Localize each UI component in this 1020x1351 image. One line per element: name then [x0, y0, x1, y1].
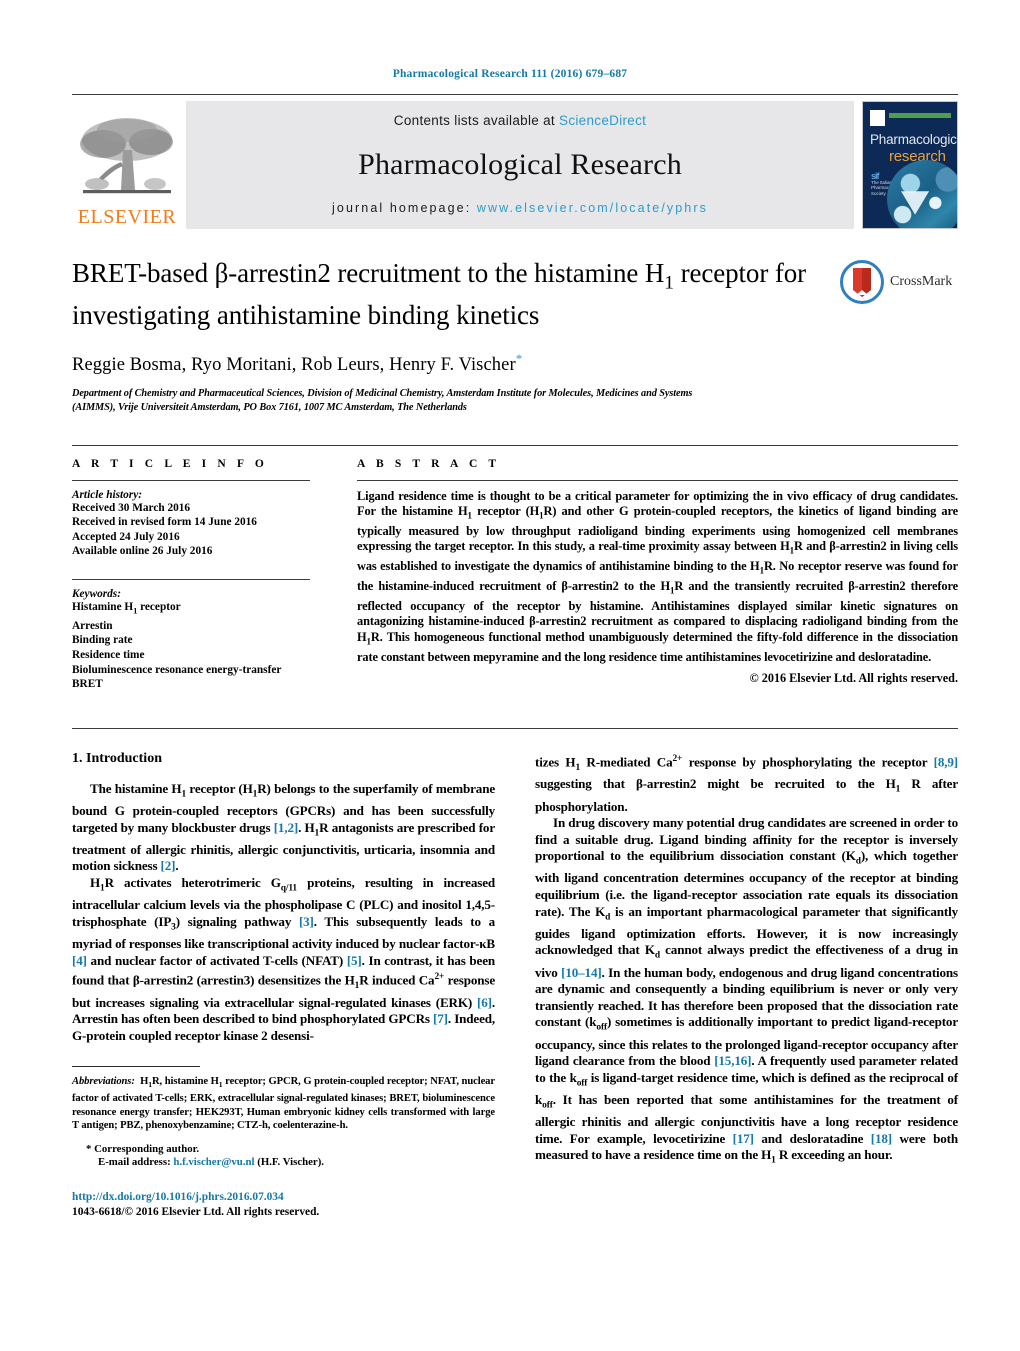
citation-7[interactable]: [7]	[433, 1011, 448, 1026]
body-column-left: 1. Introduction The histamine H1 recepto…	[72, 751, 495, 1220]
authors-names: Reggie Bosma, Ryo Moritani, Rob Leurs, H…	[72, 355, 516, 376]
elsevier-wordmark: ELSEVIER	[77, 206, 177, 228]
sciencedirect-link[interactable]: ScienceDirect	[559, 113, 646, 128]
corresponding-author-marker: *	[515, 351, 523, 367]
corresponding-author-footnote: * Corresponding author.	[86, 1142, 200, 1155]
section-heading-introduction: 1. Introduction	[72, 750, 162, 766]
homepage-url-link[interactable]: www.elsevier.com/locate/yphrs	[477, 201, 708, 215]
history-accepted: Accepted 24 July 2016	[72, 530, 180, 543]
keyword-item-5: Bioluminescence resonance energy-transfe…	[72, 663, 282, 676]
journal-cover-thumbnail[interactable]: Pharmacological research sifThe ItalianP…	[862, 101, 958, 229]
keywords-label: Keywords:	[72, 587, 121, 600]
journal-masthead: ELSEVIER Contents lists available at Sci…	[72, 94, 958, 229]
issn-copyright-line: 1043-6618/© 2016 Elsevier Ltd. All right…	[72, 1205, 320, 1218]
abstract-text: Ligand residence time is thought to be a…	[357, 488, 958, 664]
citation-10-14[interactable]: [10–14]	[561, 965, 602, 980]
history-revised: Received in revised form 14 June 2016	[72, 516, 257, 529]
citation-18[interactable]: [18]	[871, 1131, 892, 1146]
crossmark-badge[interactable]: CrossMark	[840, 259, 958, 305]
citation-4[interactable]: [4]	[72, 953, 87, 968]
title-block: BRET-based β-arrestin2 recruitment to th…	[72, 257, 958, 415]
cover-green-bar	[889, 113, 951, 118]
intro-paragraph-1: The histamine H1 receptor (H1R) belongs …	[72, 780, 495, 874]
crossmark-label: CrossMark	[890, 274, 953, 289]
citation-3[interactable]: [3]	[299, 914, 314, 929]
cover-title-line1: Pharmacological	[870, 132, 958, 147]
email-link[interactable]: h.f.vischer@vu.nl	[173, 1156, 254, 1168]
article-history-label: Article history:	[72, 488, 142, 501]
journal-title: Pharmacological Research	[358, 147, 682, 181]
body-columns: 1. Introduction The histamine H1 recepto…	[72, 727, 958, 1220]
affiliation: Department of Chemistry and Pharmaceutic…	[72, 387, 958, 415]
keyword-item-3: Binding rate	[72, 634, 133, 647]
intro-paragraph-2-continued: tizes H1 R-mediated Ca2+ response by pho…	[535, 753, 958, 814]
citation-6[interactable]: [6]	[477, 995, 492, 1010]
citation-17[interactable]: [17]	[733, 1131, 754, 1146]
cover-photo-image	[887, 160, 957, 228]
abstract-copyright: © 2016 Elsevier Ltd. All rights reserved…	[749, 670, 958, 685]
abstract-heading: A B S T R A C T	[357, 457, 501, 470]
running-head: Pharmacological Research 111 (2016) 679–…	[392, 68, 628, 80]
article-info-heading: A R T I C L E I N F O	[72, 457, 268, 470]
email-suffix: (H.F. Vischer).	[257, 1155, 325, 1168]
keyword-item-4: Residence time	[72, 648, 145, 661]
doi-block: http://dx.doi.org/10.1016/j.phrs.2016.07…	[72, 1190, 495, 1220]
crossmark-icon	[840, 260, 884, 304]
body-column-right: tizes H1 R-mediated Ca2+ response by pho…	[535, 751, 958, 1220]
contents-available-line: Contents lists available at ScienceDirec…	[394, 113, 646, 128]
affiliation-line-1: Department of Chemistry and Pharmaceutic…	[72, 387, 693, 399]
page-title: BRET-based β-arrestin2 recruitment to th…	[72, 257, 958, 332]
affiliation-line-2: (AIMMS), Vrije Universiteit Amsterdam, P…	[72, 401, 467, 413]
doi-link[interactable]: http://dx.doi.org/10.1016/j.phrs.2016.07…	[72, 1190, 495, 1205]
title-subscript-1: 1	[664, 272, 674, 294]
abstract-column: A B S T R A C T Ligand residence time is…	[322, 458, 958, 692]
history-online: Available online 26 July 2016	[72, 545, 213, 558]
title-part-1b: receptor for	[673, 258, 807, 288]
intro-paragraph-2: H1R activates heterotrimeric Gq/11 prote…	[72, 874, 495, 1043]
email-label: E-mail address:	[98, 1155, 171, 1168]
keyword-item-6: BRET	[72, 678, 103, 691]
citation-2[interactable]: [2]	[161, 858, 176, 873]
title-part-2: investigating antihistamine binding kine…	[72, 300, 540, 331]
citation-5[interactable]: [5]	[347, 953, 362, 968]
article-info-column: A R T I C L E I N F O Article history: R…	[72, 458, 322, 692]
abbreviations-footnote: Abbreviations: H1R, histamine H1 recepto…	[72, 1076, 495, 1132]
citation-8-9[interactable]: [8,9]	[934, 754, 958, 769]
article-info-rule	[72, 479, 310, 481]
author-list: Reggie Bosma, Ryo Moritani, Rob Leurs, H…	[72, 351, 958, 376]
history-received: Received 30 March 2016	[72, 501, 191, 514]
abbreviations-label: Abbreviations:	[72, 1076, 135, 1088]
title-part-1: BRET-based β-arrestin2 recruitment to th…	[72, 258, 665, 288]
keyword-item-1: Histamine H1 receptor	[72, 600, 181, 616]
contents-prefix: Contents lists available at	[393, 113, 560, 128]
elsevier-logo: ELSEVIER	[72, 101, 182, 229]
abstract-rule	[357, 479, 958, 481]
journal-banner: Contents lists available at ScienceDirec…	[186, 101, 854, 229]
homepage-prefix: journal homepage:	[332, 201, 477, 215]
keyword-item-2: Arrestin	[72, 619, 113, 632]
info-abstract-section: A R T I C L E I N F O Article history: R…	[72, 444, 958, 692]
footnote-rule	[72, 1066, 200, 1068]
footnotes-block: Abbreviations: H1R, histamine H1 recepto…	[72, 1062, 495, 1219]
citation-15-16[interactable]: [15,16]	[714, 1053, 751, 1068]
intro-paragraph-3: In drug discovery many potential drug ca…	[535, 815, 958, 1167]
elsevier-tree-icon	[80, 118, 173, 194]
keywords-rule	[72, 578, 310, 580]
citation-1-2[interactable]: [1,2]	[274, 820, 298, 835]
journal-homepage-line: journal homepage: www.elsevier.com/locat…	[332, 201, 708, 215]
cover-publisher-mark	[870, 110, 885, 126]
email-footnote: E-mail address: h.f.vischer@vu.nl (H.F. …	[72, 1156, 495, 1168]
article-page: Pharmacological Research 111 (2016) 679–…	[0, 0, 1020, 1351]
